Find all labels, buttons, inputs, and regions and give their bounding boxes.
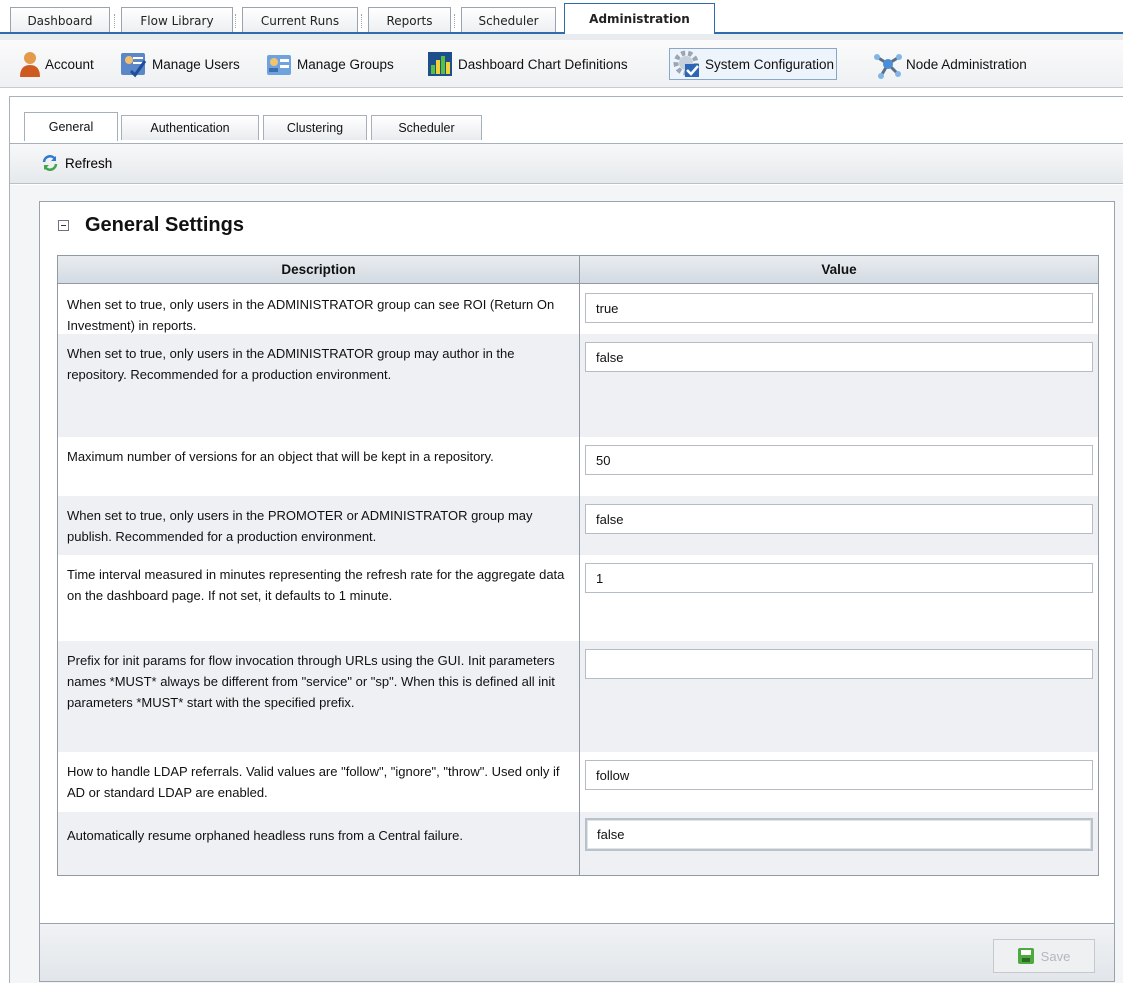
- column-divider: [579, 256, 580, 875]
- refresh-button[interactable]: Refresh: [40, 152, 112, 174]
- tab-label: Reports: [386, 13, 433, 28]
- user-icon: [18, 49, 42, 79]
- setting-value-input[interactable]: [585, 818, 1093, 851]
- column-header-value: Value: [580, 256, 1098, 284]
- toolbar-label: Node Administration: [906, 56, 1027, 72]
- setting-value-input[interactable]: [585, 649, 1093, 679]
- tab-grip: [235, 14, 239, 28]
- tab-current-runs[interactable]: Current Runs: [235, 7, 358, 33]
- tab-label: Scheduler: [398, 121, 455, 135]
- save-disk-icon: [1017, 948, 1034, 964]
- setting-value-input[interactable]: [585, 293, 1093, 323]
- refresh-label: Refresh: [65, 155, 113, 171]
- table-row: When set to true, only users in the ADMI…: [58, 285, 1098, 334]
- tab-label: Flow Library: [140, 13, 214, 28]
- tab-dashboard[interactable]: Dashboard: [10, 7, 110, 33]
- toolbar-account[interactable]: Account: [16, 48, 96, 80]
- setting-value-input[interactable]: [585, 504, 1093, 534]
- setting-description: When set to true, only users in the ADMI…: [67, 346, 515, 382]
- toolbar-label: System Configuration: [705, 56, 835, 72]
- toolbar-label: Dashboard Chart Definitions: [458, 56, 628, 72]
- tab-grip: [114, 14, 118, 28]
- table-row: When set to true, only users in the PROM…: [58, 496, 1098, 555]
- toolbar-label: Account: [45, 56, 94, 72]
- tab-administration[interactable]: Administration: [564, 3, 715, 34]
- main-tab-bar: Dashboard Flow Library Current Runs Repo…: [0, 0, 1123, 40]
- tab-scheduler[interactable]: Scheduler: [454, 7, 556, 33]
- table-row: Automatically resume orphaned headless r…: [58, 812, 1098, 875]
- setting-description: Prefix for init params for flow invocati…: [67, 653, 555, 710]
- section-header: General Settings: [58, 214, 244, 237]
- tab-flow-library[interactable]: Flow Library: [114, 7, 233, 33]
- save-button[interactable]: Save: [993, 939, 1095, 973]
- toolbar-node-administration[interactable]: Node Administration: [871, 48, 1029, 80]
- tab-grip: [361, 14, 365, 28]
- setting-description: Automatically resume orphaned headless r…: [67, 828, 463, 843]
- collapse-icon[interactable]: [58, 220, 69, 231]
- column-header-label: Value: [821, 262, 857, 277]
- table-row: Prefix for init params for flow invocati…: [58, 641, 1098, 752]
- section-title: General Settings: [85, 214, 244, 236]
- setting-value-input[interactable]: [585, 445, 1093, 475]
- tab-label: Authentication: [150, 121, 230, 135]
- save-label: Save: [1040, 948, 1071, 964]
- tab-label: General: [48, 120, 94, 134]
- toolbar-system-configuration[interactable]: System Configuration: [669, 48, 838, 80]
- tab-scheduler-config[interactable]: Scheduler: [371, 115, 482, 140]
- setting-description: Time interval measured in minutes repres…: [67, 567, 565, 603]
- table-row: Maximum number of versions for an object…: [58, 437, 1098, 496]
- settings-table: Description Value When set to true, only…: [57, 255, 1099, 876]
- toolbar-dashboard-chart-definitions[interactable]: Dashboard Chart Definitions: [423, 48, 630, 80]
- refresh-icon: [40, 153, 60, 173]
- table-row: Time interval measured in minutes repres…: [58, 555, 1098, 641]
- setting-value-input[interactable]: [585, 342, 1093, 372]
- tab-general[interactable]: General: [24, 112, 118, 141]
- node-icon: [873, 49, 903, 79]
- tab-label: Administration: [589, 12, 690, 26]
- setting-description: How to handle LDAP referrals. Valid valu…: [67, 764, 560, 800]
- column-header-label: Description: [281, 262, 356, 277]
- tab-label: Dashboard: [27, 13, 93, 28]
- tab-label: Scheduler: [478, 13, 539, 28]
- setting-value-input[interactable]: [585, 760, 1093, 790]
- setting-description: When set to true, only users in the ADMI…: [67, 297, 555, 333]
- tab-clustering[interactable]: Clustering: [263, 115, 367, 140]
- save-footer: Save: [39, 924, 1115, 982]
- table-row: How to handle LDAP referrals. Valid valu…: [58, 752, 1098, 812]
- setting-value-input[interactable]: [585, 563, 1093, 593]
- column-header-description: Description: [58, 256, 579, 284]
- tab-label: Current Runs: [260, 13, 340, 28]
- manage-users-icon: [119, 49, 149, 79]
- tab-reports[interactable]: Reports: [361, 7, 451, 33]
- tab-authentication[interactable]: Authentication: [121, 115, 259, 140]
- gear-check-icon: [672, 49, 702, 79]
- tab-label: Clustering: [286, 121, 344, 135]
- tab-grip: [454, 14, 458, 28]
- refresh-toolbar: Refresh: [10, 144, 1123, 184]
- config-tab-bar: General Authentication Clustering Schedu…: [10, 97, 1123, 144]
- general-settings-panel: General Settings Description Value When …: [39, 201, 1115, 924]
- admin-toolbar: Account Manage Users Manage Groups Dashb…: [0, 40, 1123, 88]
- toolbar-label: Manage Groups: [297, 56, 394, 72]
- setting-description: When set to true, only users in the PROM…: [67, 508, 533, 544]
- toolbar-manage-groups[interactable]: Manage Groups: [262, 48, 396, 80]
- tab-bar-underline: [0, 32, 1123, 40]
- toolbar-label: Manage Users: [152, 56, 240, 72]
- bar-chart-icon: [425, 49, 455, 79]
- table-row: When set to true, only users in the ADMI…: [58, 334, 1098, 437]
- setting-description: Maximum number of versions for an object…: [67, 449, 494, 464]
- toolbar-manage-users[interactable]: Manage Users: [117, 48, 242, 80]
- manage-groups-icon: [264, 49, 294, 79]
